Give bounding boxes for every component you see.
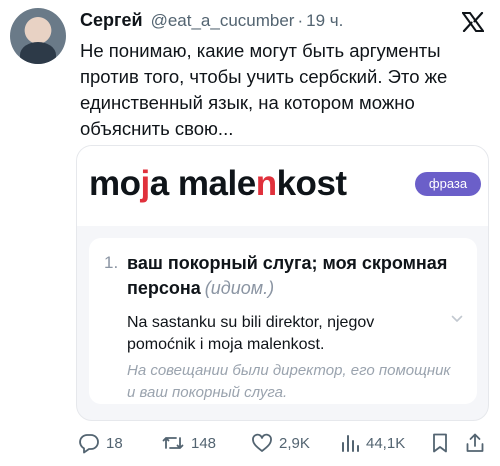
separator-dot: · [297,11,304,30]
bookmark-icon [433,433,447,453]
phrase-part: a male [149,164,256,203]
like-count: 2,9K [279,434,310,452]
bookmark-button[interactable] [430,432,450,454]
avatar[interactable] [10,8,66,64]
action-bar: 18 148 2,9K 44,1K [78,428,490,458]
example-sentence: Na sastanku su bili direktor, njegov pom… [127,314,375,353]
phrase-highlight: j [140,164,151,203]
x-logo-icon[interactable] [462,12,484,32]
reply-button[interactable]: 18 [78,432,123,454]
timestamp[interactable]: 19 ч. [306,11,343,31]
reply-count: 18 [106,434,123,452]
definition-box: 1. ваш покорный слуга; моя скромная перс… [89,238,477,404]
tweet-text: Не понимаю, какие могут быть аргументы п… [80,40,448,139]
definition-number: 1. [104,253,119,272]
phrase-badge: фраза [415,172,481,196]
share-icon [466,433,484,452]
author-name[interactable]: Сергей [80,10,143,31]
meaning-tag: (идиом.) [204,278,275,298]
tweet-header: Сергей @eat_a_cucumber · 19 ч. [80,10,343,34]
like-icon [252,433,272,452]
repost-count: 148 [191,434,217,452]
link-card[interactable]: moja malenkost фраза 1. ваш покорный слу… [76,145,489,421]
card-header: moja malenkost фраза [77,146,488,226]
author-handle[interactable]: @eat_a_cucumber [151,11,295,31]
phrase-part: kost [276,164,347,203]
card-phrase: moja malenkost [89,164,347,204]
chevron-down-icon[interactable] [451,314,463,324]
repost-button[interactable]: 148 [161,432,216,454]
views-icon [342,435,359,452]
views-button[interactable]: 44,1K [340,432,405,454]
share-button[interactable] [464,432,486,454]
meaning-text: ваш покорный слуга; моя скромная персона [127,253,448,298]
phrase-part: mo [89,164,141,203]
example-translation: На совещании были директор, его помощник… [127,362,451,401]
repost-icon [162,437,184,449]
phrase-highlight: n [255,164,277,203]
definition-meaning: ваш покорный слуга; моя скромная персона… [127,251,463,301]
reply-icon [79,434,99,454]
like-button[interactable]: 2,9K [251,432,310,454]
views-count: 44,1K [366,434,406,452]
